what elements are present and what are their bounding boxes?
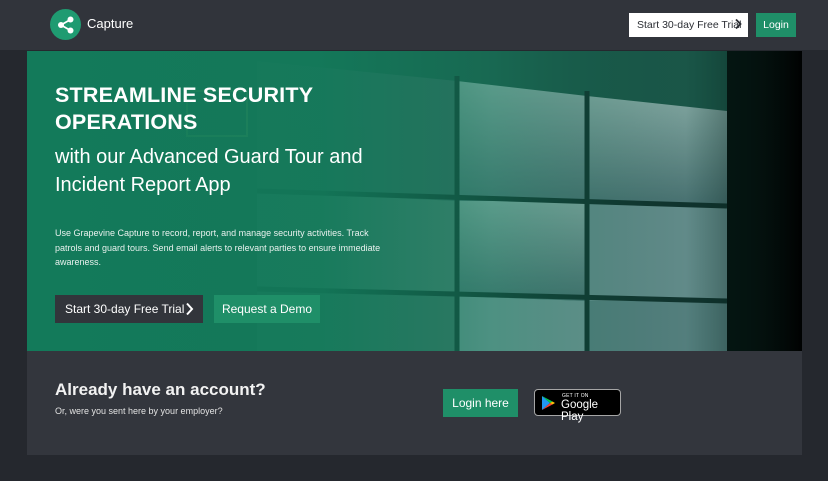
start-trial-label: Start 30-day Free Trial — [637, 19, 742, 31]
brand-name[interactable]: Capture — [87, 16, 133, 31]
request-demo-button[interactable]: Request a Demo — [214, 295, 320, 323]
chevron-right-icon — [185, 302, 194, 319]
share-icon[interactable] — [50, 9, 81, 40]
login-button-header[interactable]: Login — [756, 13, 796, 37]
hero-title-line2: OPERATIONS — [55, 110, 198, 134]
google-play-label: Google Play — [561, 399, 599, 423]
google-play-icon — [541, 395, 556, 416]
hero-subtitle: with our Advanced Guard Tour and Inciden… — [55, 143, 445, 199]
hero-subtitle-line1: with our Advanced Guard Tour and — [55, 146, 363, 168]
hero-banner: STREAMLINE SECURITY OPERATIONS with our … — [27, 51, 802, 351]
top-navbar: Capture Start 30-day Free Trial Login — [0, 0, 828, 50]
existing-account-panel: Already have an account? Or, were you se… — [27, 351, 802, 455]
account-subheading: Or, were you sent here by your employer? — [55, 406, 223, 416]
hero-title: STREAMLINE SECURITY OPERATIONS — [55, 82, 455, 136]
start-trial-button-header[interactable]: Start 30-day Free Trial — [629, 13, 748, 37]
account-heading: Already have an account? — [55, 380, 266, 399]
login-here-button[interactable]: Login here — [443, 389, 518, 417]
start-trial-hero-label: Start 30-day Free Trial — [65, 302, 185, 316]
google-play-badge[interactable]: GET IT ON Google Play — [534, 389, 621, 423]
hero-subtitle-line2: Incident Report App — [55, 174, 231, 196]
start-trial-button-hero[interactable]: Start 30-day Free Trial — [55, 295, 203, 323]
hero-description: Use Grapevine Capture to record, report,… — [55, 228, 381, 267]
hero-title-line1: STREAMLINE SECURITY — [55, 83, 314, 107]
chevron-right-icon — [734, 18, 742, 33]
